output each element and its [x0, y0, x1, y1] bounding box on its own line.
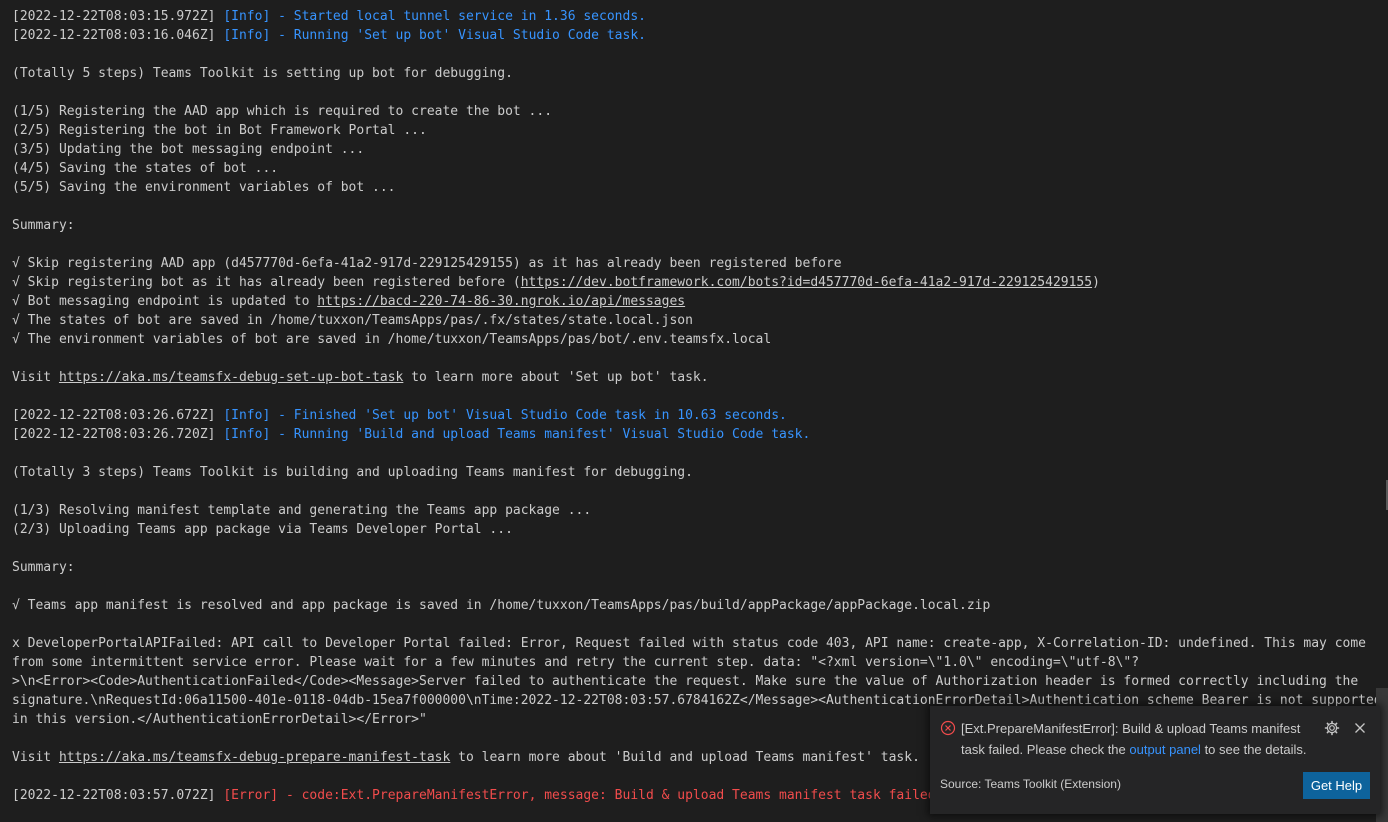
terminal-text: √ Skip registering bot as it has already…: [12, 275, 521, 290]
terminal-text: x DeveloperPortalAPIFailed: API call to …: [12, 636, 1367, 651]
terminal-line: >\n<Error><Code>AuthenticationFailed</Co…: [12, 672, 1376, 691]
terminal-line: (1/5) Registering the AAD app which is r…: [12, 102, 1376, 121]
terminal-text: (Totally 3 steps) Teams Toolkit is build…: [12, 465, 693, 480]
terminal-output[interactable]: [2022-12-22T08:03:15.972Z] [Info] - Star…: [0, 0, 1376, 822]
output-panel-link[interactable]: output panel: [1129, 742, 1201, 757]
terminal-line: (Totally 3 steps) Teams Toolkit is build…: [12, 463, 1376, 482]
terminal-text: to learn more about 'Set up bot' task.: [403, 370, 709, 385]
terminal-text: to learn more about 'Build and upload Te…: [450, 750, 920, 765]
scrollbar[interactable]: [1376, 0, 1388, 822]
terminal-text: from some intermittent service error. Pl…: [12, 655, 1140, 670]
terminal-line: (4/5) Saving the states of bot ...: [12, 159, 1376, 178]
terminal-line: √ The environment variables of bot are s…: [12, 330, 1376, 349]
terminal-line: (Totally 5 steps) Teams Toolkit is setti…: [12, 64, 1376, 83]
terminal-line: √ Teams app manifest is resolved and app…: [12, 596, 1376, 615]
terminal-text: (1/3) Resolving manifest template and ge…: [12, 503, 592, 518]
terminal-text: ): [1092, 275, 1100, 290]
terminal-text: Visit: [12, 370, 59, 385]
terminal-text: √ Skip registering AAD app (d457770d-6ef…: [12, 256, 842, 271]
log-timestamp: [2022-12-22T08:03:26.672Z]: [12, 408, 224, 423]
terminal-line: [2022-12-22T08:03:15.972Z] [Info] - Star…: [12, 7, 1376, 26]
terminal-link[interactable]: https://aka.ms/teamsfx-debug-set-up-bot-…: [59, 370, 403, 385]
terminal-text: in this version.</AuthenticationErrorDet…: [12, 712, 427, 727]
terminal-link[interactable]: https://bacd-220-74-86-30.ngrok.io/api/m…: [317, 294, 685, 309]
terminal-text: Visit: [12, 750, 59, 765]
terminal-text: (2/3) Uploading Teams app package via Te…: [12, 522, 513, 537]
terminal-link[interactable]: https://dev.botframework.com/bots?id=d45…: [521, 275, 1092, 290]
terminal-line: √ Skip registering AAD app (d457770d-6ef…: [12, 254, 1376, 273]
terminal-line: Summary:: [12, 216, 1376, 235]
terminal-line: from some intermittent service error. Pl…: [12, 653, 1376, 672]
error-icon: [940, 720, 956, 736]
terminal-line: (1/3) Resolving manifest template and ge…: [12, 501, 1376, 520]
terminal-text: √ Bot messaging endpoint is updated to: [12, 294, 318, 309]
terminal-text: >\n<Error><Code>AuthenticationFailed</Co…: [12, 674, 1359, 689]
terminal-line: √ Skip registering bot as it has already…: [12, 273, 1376, 292]
get-help-button[interactable]: Get Help: [1303, 772, 1370, 799]
terminal-text: √ Teams app manifest is resolved and app…: [12, 598, 991, 613]
log-info-text: [Info] - Finished 'Set up bot' Visual St…: [223, 408, 787, 423]
terminal-text: (3/5) Updating the bot messaging endpoin…: [12, 142, 365, 157]
terminal-text: (4/5) Saving the states of bot ...: [12, 161, 279, 176]
log-info-text: [Info] - Running 'Build and upload Teams…: [223, 427, 811, 442]
notification-message: [Ext.PrepareManifestError]: Build & uplo…: [961, 718, 1316, 760]
terminal-line: [2022-12-22T08:03:26.672Z] [Info] - Fini…: [12, 406, 1376, 425]
close-icon[interactable]: [1352, 720, 1368, 736]
terminal-text: (5/5) Saving the environment variables o…: [12, 180, 396, 195]
terminal-text: (Totally 5 steps) Teams Toolkit is setti…: [12, 66, 513, 81]
terminal-line: Visit https://aka.ms/teamsfx-debug-set-u…: [12, 368, 1376, 387]
terminal-line: (5/5) Saving the environment variables o…: [12, 178, 1376, 197]
terminal-text: Summary:: [12, 560, 75, 575]
log-timestamp: [2022-12-22T08:03:15.972Z]: [12, 9, 224, 24]
log-error-text: [Error] - code:Ext.PrepareManifestError,…: [223, 788, 944, 803]
terminal-line: (2/3) Uploading Teams app package via Te…: [12, 520, 1376, 539]
error-notification: [Ext.PrepareManifestError]: Build & uplo…: [930, 706, 1380, 814]
terminal-line: Summary:: [12, 558, 1376, 577]
terminal-text: √ The states of bot are saved in /home/t…: [12, 313, 693, 328]
terminal-text: (2/5) Registering the bot in Bot Framewo…: [12, 123, 427, 138]
log-timestamp: [2022-12-22T08:03:16.046Z]: [12, 28, 224, 43]
terminal-line: (3/5) Updating the bot messaging endpoin…: [12, 140, 1376, 159]
log-timestamp: [2022-12-22T08:03:57.072Z]: [12, 788, 224, 803]
log-timestamp: [2022-12-22T08:03:26.720Z]: [12, 427, 224, 442]
terminal-line: (2/5) Registering the bot in Bot Framewo…: [12, 121, 1376, 140]
terminal-line: [2022-12-22T08:03:26.720Z] [Info] - Runn…: [12, 425, 1376, 444]
terminal-lines: [2022-12-22T08:03:15.972Z] [Info] - Star…: [12, 7, 1376, 805]
terminal-text: √ The environment variables of bot are s…: [12, 332, 772, 347]
terminal-line: [2022-12-22T08:03:16.046Z] [Info] - Runn…: [12, 26, 1376, 45]
terminal-link[interactable]: https://aka.ms/teamsfx-debug-prepare-man…: [59, 750, 450, 765]
terminal-line: x DeveloperPortalAPIFailed: API call to …: [12, 634, 1376, 653]
notification-message-suffix: to see the details.: [1200, 742, 1307, 757]
log-info-text: [Info] - Started local tunnel service in…: [223, 9, 646, 24]
terminal-text: (1/5) Registering the AAD app which is r…: [12, 104, 553, 119]
terminal-line: √ The states of bot are saved in /home/t…: [12, 311, 1376, 330]
log-info-text: [Info] - Running 'Set up bot' Visual Stu…: [223, 28, 646, 43]
terminal-line: √ Bot messaging endpoint is updated to h…: [12, 292, 1376, 311]
terminal-text: Summary:: [12, 218, 75, 233]
notification-source: Source: Teams Toolkit (Extension): [940, 777, 1121, 791]
gear-icon[interactable]: [1324, 720, 1340, 736]
